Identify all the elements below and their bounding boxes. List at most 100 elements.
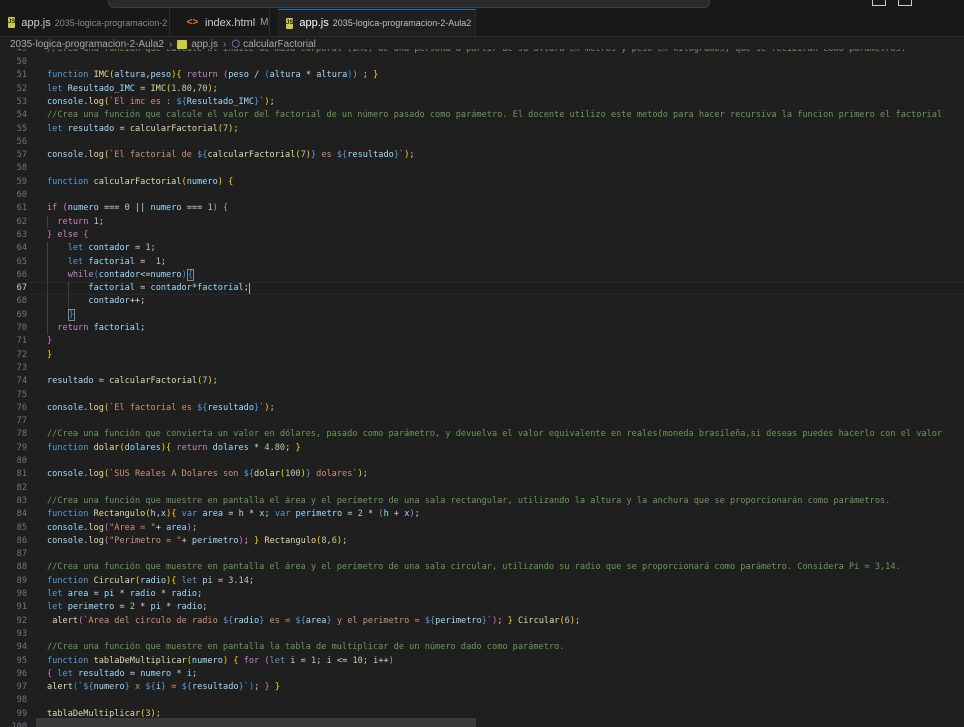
code-token: calcularFactorial bbox=[93, 176, 182, 187]
layout-toggle-icon[interactable] bbox=[872, 0, 886, 6]
code-line[interactable]: 71} bbox=[0, 335, 964, 348]
breadcrumb-folder[interactable]: 2035-logica-programacion-2-Aula2 bbox=[10, 39, 164, 50]
code-line[interactable]: 97 alert(`${numero} x ${i} = ${resultado}… bbox=[0, 681, 964, 694]
breadcrumb-symbol[interactable]: calcularFactorial bbox=[243, 39, 316, 50]
code-token: ; bbox=[362, 469, 368, 480]
code-line[interactable]: 72} bbox=[0, 349, 964, 362]
code-token: //Crea una función que calcule el valor … bbox=[47, 110, 943, 121]
code-line[interactable]: 54 //Crea una función que calcule el valo… bbox=[0, 109, 964, 122]
layout-panel-icon[interactable] bbox=[898, 0, 912, 6]
code-token: for bbox=[243, 655, 265, 666]
code-line[interactable]: 55 let resultado = calcularFactorial(7); bbox=[0, 123, 964, 136]
code-line[interactable]: 51 function IMC(altura,peso){ return (pes… bbox=[0, 69, 964, 82]
line-number: 84 bbox=[16, 509, 27, 520]
code-line[interactable]: 88 //Crea una función que muestre en pant… bbox=[0, 561, 964, 574]
code-line[interactable]: 98 bbox=[0, 694, 964, 707]
line-number: 57 bbox=[16, 150, 27, 161]
code-token: function bbox=[47, 655, 94, 666]
code-token: resultado bbox=[192, 682, 239, 693]
code-token: calcularFactorial bbox=[207, 150, 296, 161]
html-file-icon: <> bbox=[186, 17, 199, 28]
code-line[interactable]: 68 contador++; bbox=[0, 295, 964, 308]
code-line[interactable]: 81 console.log(`SUS Reales A Dolares son … bbox=[0, 468, 964, 481]
code-token: radio bbox=[140, 575, 167, 586]
code-line[interactable]: 64 let contador = 1; bbox=[0, 242, 964, 255]
code-token: } bbox=[274, 682, 281, 693]
code-token: dolar bbox=[93, 442, 120, 453]
code-line[interactable]: 59 function calcularFactorial(numero) { bbox=[0, 176, 964, 189]
code-line[interactable]: 83 //Crea una función que muestre en pant… bbox=[0, 495, 964, 508]
code-line[interactable]: 94 //Crea una función que muestre en pant… bbox=[0, 641, 964, 654]
code-line[interactable]: 60 bbox=[0, 189, 964, 202]
code-token: perimetro bbox=[191, 535, 239, 546]
code-token: altura bbox=[269, 70, 301, 81]
code-line[interactable]: 93 bbox=[0, 628, 964, 641]
code-token: = bbox=[134, 283, 151, 294]
code-line[interactable]: 75 bbox=[0, 389, 964, 402]
code-line[interactable]: 67 factorial = contador*factorial; bbox=[0, 282, 964, 296]
code-text: return factorial; bbox=[47, 322, 145, 335]
tab-app-js-active[interactable]: JS app.js 2035-logica-programacion-2-Aul… bbox=[278, 9, 476, 36]
code-token: numero bbox=[191, 655, 223, 666]
code-line[interactable]: 62 return 1; bbox=[0, 216, 964, 229]
code-line[interactable]: 85 console.log("Area = "+ area); bbox=[0, 522, 964, 535]
code-line[interactable]: 69 } bbox=[0, 308, 964, 322]
code-token: 10 bbox=[352, 655, 363, 666]
code-line[interactable]: 90 let area = pi * radio * radio; bbox=[0, 588, 964, 601]
code-line[interactable]: 57 console.log(`El factorial de ${calcula… bbox=[0, 149, 964, 162]
code-text: //Crea una función que calcule el índice… bbox=[47, 49, 906, 56]
code-token: 70 bbox=[197, 83, 208, 94]
indent-guide bbox=[47, 242, 48, 336]
code-token: ${ bbox=[222, 615, 234, 626]
code-line[interactable]: 84 function Rectangulo(h,x){ var area = h… bbox=[0, 508, 964, 521]
code-token: ; bbox=[316, 655, 327, 666]
code-text: function Circular(radio){ let pi = 3.14; bbox=[47, 575, 254, 588]
code-token: ; bbox=[357, 70, 374, 81]
modified-badge: M bbox=[260, 17, 269, 28]
code-line[interactable]: 65 let factorial = 1; bbox=[0, 256, 964, 269]
breadcrumb-file[interactable]: app.js bbox=[191, 39, 218, 50]
code-line[interactable]: 86 console.log("Perimetro = "+ perimetro)… bbox=[0, 535, 964, 548]
code-line[interactable]: 70 return factorial; bbox=[0, 322, 964, 335]
code-line[interactable]: 52 let Resultado_IMC = IMC(1.80,70); bbox=[0, 83, 964, 96]
code-line[interactable]: 63} else { bbox=[0, 229, 964, 242]
code-line[interactable]: 77 bbox=[0, 415, 964, 428]
code-line[interactable]: 82 bbox=[0, 482, 964, 495]
code-line[interactable]: 49 //Crea una función que calcule el índi… bbox=[0, 49, 964, 56]
code-token: + bbox=[181, 535, 192, 546]
line-number: 94 bbox=[16, 642, 27, 653]
line-number: 82 bbox=[16, 482, 27, 493]
code-token: ++ bbox=[129, 296, 141, 307]
code-line[interactable]: 50 bbox=[0, 56, 964, 69]
tab-app-js-1[interactable]: JS app.js 2035-logica-programacion-2 M bbox=[0, 9, 170, 36]
code-token: log bbox=[88, 150, 104, 161]
code-line[interactable]: 66 while(contador<=numero){ bbox=[0, 268, 964, 282]
code-line[interactable]: 53 console.log(`El imc es : ${Resultado_I… bbox=[0, 96, 964, 109]
code-line[interactable]: 92 alert(`Area del circulo de radio ${ra… bbox=[0, 615, 964, 628]
horizontal-scrollbar[interactable] bbox=[36, 718, 476, 727]
command-center[interactable] bbox=[108, 0, 710, 8]
tab-index-html[interactable]: <> index.html M bbox=[178, 9, 270, 36]
code-line[interactable]: 78 //Crea una función que convierta un va… bbox=[0, 428, 964, 441]
code-line[interactable]: 74 resultado = calcularFactorial(7); bbox=[0, 375, 964, 388]
code-line[interactable]: 76 console.log(`El factorial es ${resulta… bbox=[0, 402, 964, 415]
code-line[interactable]: 96 { let resultado = numero * i; bbox=[0, 668, 964, 681]
code-text: let perimetro = 2 * pi * radio; bbox=[47, 601, 207, 614]
code-line[interactable]: 73 bbox=[0, 362, 964, 375]
code-line[interactable]: 56 bbox=[0, 136, 964, 149]
code-token: ; bbox=[233, 123, 239, 134]
code-line[interactable]: 89 function Circular(radio){ let pi = 3.1… bbox=[0, 575, 964, 588]
line-number: 56 bbox=[16, 136, 27, 147]
code-line[interactable]: 80 bbox=[0, 455, 964, 468]
line-number: 86 bbox=[16, 535, 27, 546]
code-line[interactable]: 91 let perimetro = 2 * pi * radio; bbox=[0, 601, 964, 614]
code-line[interactable]: 87 bbox=[0, 548, 964, 561]
code-editor[interactable]: 49 //Crea una función que calcule el índi… bbox=[0, 49, 964, 727]
code-line[interactable]: 79 function dolar(dolares){ return dolare… bbox=[0, 442, 964, 455]
code-token: perimetro bbox=[67, 602, 115, 613]
code-token: console bbox=[47, 522, 84, 533]
code-line[interactable]: 61 if (numero === 0 || numero === 1) { bbox=[0, 202, 964, 215]
code-line[interactable]: 58 bbox=[0, 162, 964, 175]
code-token: return bbox=[57, 216, 94, 227]
code-line[interactable]: 95 function tablaDeMultiplicar(numero) { … bbox=[0, 655, 964, 668]
